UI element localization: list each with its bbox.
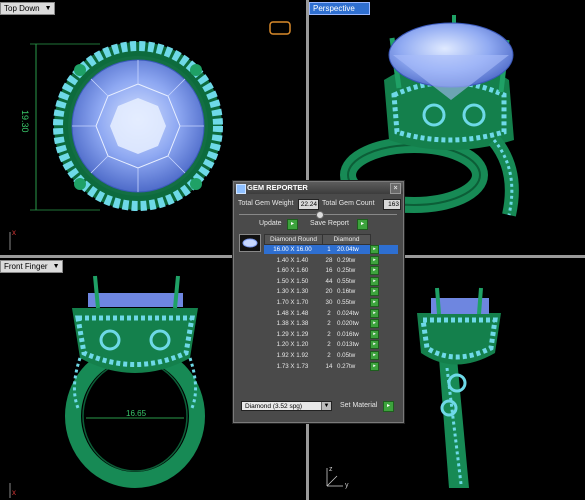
row-select-button[interactable]: ▸ <box>370 319 379 329</box>
row-select-button[interactable]: ▸ <box>370 276 379 286</box>
table-row[interactable]: 1.48 X 1.48 2 0.024tw ▸ <box>264 308 398 318</box>
axis-x-icon: x <box>12 228 16 237</box>
gem-weight: 0.25tw <box>337 267 356 275</box>
viewport-label-text: Top Down <box>4 4 40 13</box>
row-select-button[interactable]: ▸ <box>370 266 379 276</box>
viewport-label-top-down[interactable]: Top Down ▼ <box>0 2 55 15</box>
gem-count: 1 <box>327 246 331 253</box>
row-select-button[interactable]: ▸ <box>370 287 379 297</box>
gem-size: 1.50 X 1.50 <box>276 277 309 285</box>
gem-weight: 0.020tw <box>337 320 359 328</box>
gem-weight: 0.05tw <box>337 352 356 359</box>
table-row[interactable]: 16.00 X 16.00 1 20.04tw ▸ <box>264 245 398 254</box>
table-row[interactable]: 1.30 X 1.30 20 0.16tw ▸ <box>264 287 398 297</box>
gem-reporter-slider[interactable] <box>239 211 397 219</box>
gem-weight: 0.16tw <box>337 288 356 296</box>
gem-size: 1.73 X 1.73 <box>276 362 309 370</box>
material-select[interactable]: Diamond (3.52 spg) ▼ <box>241 401 332 411</box>
gem-weight: 20.04tw <box>337 246 359 253</box>
gem-reporter-titlebar[interactable]: GEM REPORTER × <box>234 182 403 194</box>
gem-size: 1.30 X 1.30 <box>276 288 309 296</box>
gem-count: 2 <box>327 352 331 359</box>
chevron-down-icon: ▼ <box>321 402 331 410</box>
gem-size: 1.29 X 1.29 <box>276 330 309 338</box>
column-header-shape: Diamond Round <box>264 234 323 245</box>
gem-count: 14 <box>325 362 333 370</box>
gem-count: 16 <box>325 267 333 275</box>
ring-width-dimension: 16.65 <box>126 409 147 418</box>
row-select-button[interactable]: ▸ <box>370 298 379 307</box>
gem-reporter-panel: GEM REPORTER × Total Gem Weight 22.24 To… <box>233 181 404 423</box>
axis-y-icon: y <box>345 482 349 489</box>
gem-weight: 0.27tw <box>337 362 356 370</box>
gem-weight: 0.55tw <box>337 277 356 285</box>
total-weight-value: 22.24 <box>298 199 319 210</box>
gem-weight: 0.016tw <box>337 330 359 338</box>
viewport-label-text: Perspective <box>313 4 355 13</box>
table-row[interactable]: 1.92 X 1.92 2 0.05tw ▸ <box>264 351 398 360</box>
gem-count: 2 <box>327 341 331 349</box>
table-row[interactable]: 1.73 X 1.73 14 0.27tw ▸ <box>264 361 398 371</box>
gem-count: 44 <box>325 277 333 285</box>
close-icon[interactable]: × <box>390 183 401 194</box>
total-weight-label: Total Gem Weight <box>238 200 294 207</box>
table-row[interactable]: 1.40 X 1.40 28 0.29tw ▸ <box>264 255 398 265</box>
chevron-down-icon: ▼ <box>44 5 52 12</box>
gem-count: 28 <box>325 256 333 264</box>
axis-z-icon: z <box>329 466 333 473</box>
row-select-button[interactable]: ▸ <box>370 340 379 350</box>
gem-reporter-icon <box>236 184 246 194</box>
save-report-button[interactable]: ▸ <box>357 219 368 230</box>
material-select-value: Diamond (3.52 spg) <box>245 403 303 410</box>
row-select-button[interactable]: ▸ <box>370 255 379 265</box>
gem-weight: 0.013tw <box>337 341 359 349</box>
table-row[interactable]: 1.70 X 1.70 30 0.55tw ▸ <box>264 298 398 307</box>
gem-size: 1.38 X 1.38 <box>276 320 309 328</box>
gem-count: 2 <box>327 330 331 338</box>
table-row[interactable]: 1.50 X 1.50 44 0.55tw ▸ <box>264 276 398 286</box>
axis-x-icon: x <box>12 488 16 497</box>
table-row[interactable]: 1.29 X 1.29 2 0.016tw ▸ <box>264 329 398 339</box>
gem-weight: 0.29tw <box>337 256 356 264</box>
gem-count: 30 <box>325 299 333 306</box>
save-report-label: Save Report <box>310 220 349 227</box>
gem-size: 1.70 X 1.70 <box>276 299 309 306</box>
viewport-label-perspective[interactable]: Perspective <box>309 2 370 15</box>
gem-count: 2 <box>327 309 331 317</box>
row-select-button[interactable]: ▸ <box>370 351 379 360</box>
gem-thumbnail[interactable] <box>239 234 261 252</box>
update-button[interactable]: ▸ <box>287 219 298 230</box>
row-select-button[interactable]: ▸ <box>370 308 379 318</box>
table-row[interactable]: 1.60 X 1.60 16 0.25tw ▸ <box>264 266 398 276</box>
row-select-button[interactable]: ▸ <box>370 329 379 339</box>
gem-size: 16.00 X 16.00 <box>273 246 312 253</box>
slider-knob[interactable] <box>316 211 324 219</box>
update-label: Update <box>259 220 282 227</box>
set-material-button[interactable]: ▸ <box>383 401 394 412</box>
table-row[interactable]: 1.20 X 1.20 2 0.013tw ▸ <box>264 340 398 350</box>
row-select-button[interactable]: ▸ <box>370 245 379 254</box>
total-count-label: Total Gem Count <box>322 200 375 207</box>
gem-size: 1.92 X 1.92 <box>276 352 309 359</box>
viewport-label-text: Front Finger <box>4 262 48 271</box>
gem-size: 1.40 X 1.40 <box>276 256 309 264</box>
table-row[interactable]: 1.38 X 1.38 2 0.020tw ▸ <box>264 319 398 329</box>
gem-size: 1.20 X 1.20 <box>276 341 309 349</box>
gem-size: 1.48 X 1.48 <box>276 309 309 317</box>
gem-size: 1.60 X 1.60 <box>276 267 309 275</box>
column-header-type: Diamond <box>322 234 371 245</box>
chevron-down-icon: ▼ <box>52 263 60 270</box>
set-material-label: Set Material <box>340 402 378 409</box>
gem-reporter-title: GEM REPORTER <box>247 183 308 192</box>
viewport-label-front-finger[interactable]: Front Finger ▼ <box>0 260 63 273</box>
gem-count: 2 <box>327 320 331 328</box>
gem-weight: 0.024tw <box>337 309 359 317</box>
gem-weight: 0.55tw <box>337 299 356 306</box>
row-select-button[interactable]: ▸ <box>370 361 379 371</box>
gem-count: 20 <box>325 288 333 296</box>
stone-height-dimension: 19.30 <box>20 110 30 133</box>
total-count-value: 163 <box>383 199 401 210</box>
